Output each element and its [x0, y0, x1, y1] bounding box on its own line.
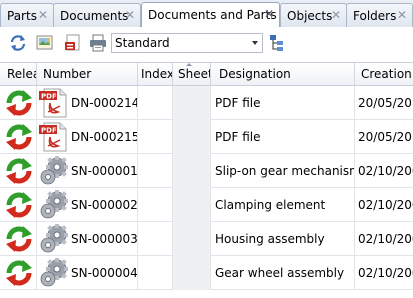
column-number[interactable]: Number: [37, 63, 138, 85]
number-cell: SN-000002: [37, 188, 138, 222]
close-icon[interactable]: ✕: [124, 9, 136, 21]
print-icon[interactable]: [89, 34, 107, 52]
table-row[interactable]: SN-000004 Gear wheel assembly 02/10/2006: [0, 256, 413, 290]
sheet-cell: [173, 120, 211, 154]
creation-date-cell: 02/10/2006: [358, 266, 413, 280]
tab-label: Documents: [60, 8, 129, 23]
gear-icon: [40, 224, 68, 253]
column-designation[interactable]: Designation: [211, 63, 355, 85]
sheet-cell: [173, 86, 211, 120]
view-select-value: Standard: [115, 36, 170, 50]
creation-date-cell: 02/10/2006: [358, 232, 413, 246]
designation-cell: PDF file: [211, 120, 355, 154]
sheet-cell: [173, 256, 211, 290]
tab-label: Folders: [353, 8, 397, 23]
close-icon[interactable]: ✕: [396, 9, 408, 21]
index-cell: [138, 86, 173, 120]
tab-bar: Parts ✕ Documents ✕ Documents and Parts …: [0, 0, 413, 27]
column-sheet[interactable]: Sheet: [173, 63, 211, 85]
index-cell: [138, 188, 173, 222]
index-cell: [138, 222, 173, 256]
number-cell: PDF DN-000215: [37, 120, 138, 154]
column-release[interactable]: Release: [0, 63, 37, 85]
release-cell: [0, 86, 37, 120]
designation-cell: Gear wheel assembly: [211, 256, 355, 290]
table-row[interactable]: SN-000001 Slip-on gear mechanism 02/10/2…: [0, 154, 413, 188]
index-cell: [138, 154, 173, 188]
release-status-icon: [6, 226, 32, 252]
designation-cell: Clamping element: [211, 188, 355, 222]
designation-cell: Slip-on gear mechanism: [211, 154, 355, 188]
table-row[interactable]: SN-000003 Housing assembly 02/10/2006: [0, 222, 413, 256]
sort-ascending-icon: [186, 63, 192, 66]
close-icon[interactable]: ✕: [37, 9, 49, 21]
number-text: SN-000001: [71, 164, 138, 178]
release-cell: [0, 256, 37, 290]
tab-label: Documents and Parts: [148, 8, 277, 22]
table-row[interactable]: PDF DN-000214 PDF file 20/05/2015: [0, 86, 413, 120]
index-cell: [138, 120, 173, 154]
table-row[interactable]: PDF DN-000215 PDF file 20/05/2015: [0, 120, 413, 154]
creation-date-cell: 02/10/2006: [358, 164, 413, 178]
designation-cell: Housing assembly: [211, 222, 355, 256]
number-text: SN-000003: [71, 232, 138, 246]
tab-label: Parts: [7, 8, 37, 23]
chevron-down-icon[interactable]: [252, 41, 258, 45]
tab-objects[interactable]: Objects ✕: [280, 3, 347, 27]
sheet-cell: [173, 154, 211, 188]
number-text: SN-000002: [71, 198, 138, 212]
gear-icon: [40, 156, 68, 185]
table-header: Release Number Index Sheet Designation C…: [0, 62, 413, 86]
table-body: PDF DN-000214 PDF file 20/05/2015 PDF DN…: [0, 86, 413, 290]
release-status-icon: [6, 158, 32, 184]
release-status-icon: [6, 192, 32, 218]
tab-documents[interactable]: Documents ✕: [53, 3, 141, 27]
creation-date-cell: 20/05/2015: [358, 130, 413, 144]
release-status-icon: [6, 260, 32, 286]
sheet-cell: [173, 222, 211, 256]
release-cell: [0, 188, 37, 222]
svg-text:PDF: PDF: [41, 93, 57, 101]
release-cell: [0, 154, 37, 188]
sheet-cell: [173, 188, 211, 222]
column-creation-date[interactable]: Creation date: [355, 63, 413, 85]
hierarchy-icon[interactable]: [268, 34, 286, 52]
pdf-icon: PDF: [39, 122, 67, 152]
release-cell: [0, 120, 37, 154]
number-text: SN-000004: [71, 266, 138, 280]
release-status-icon: [6, 124, 32, 150]
gear-icon: [40, 190, 68, 219]
release-cell: [0, 222, 37, 256]
pdf-icon: PDF: [39, 88, 67, 118]
number-text: DN-000214: [71, 96, 138, 110]
tab-folders[interactable]: Folders ✕: [346, 3, 413, 27]
number-cell: SN-000001: [37, 154, 138, 188]
number-cell: PDF DN-000214: [37, 86, 138, 120]
close-icon[interactable]: ✕: [330, 9, 342, 21]
pdf-export-icon[interactable]: [64, 34, 82, 52]
image-document-icon[interactable]: [36, 34, 54, 52]
index-cell: [138, 256, 173, 290]
svg-text:PDF: PDF: [41, 127, 57, 135]
tab-label: Objects: [287, 8, 333, 23]
creation-date-cell: 02/10/2006: [358, 198, 413, 212]
creation-date-cell: 20/05/2015: [358, 96, 413, 110]
number-cell: SN-000004: [37, 256, 138, 290]
tab-parts[interactable]: Parts ✕: [0, 3, 54, 27]
column-index[interactable]: Index: [138, 63, 173, 85]
designation-cell: PDF file: [211, 86, 355, 120]
number-text: DN-000215: [71, 130, 138, 144]
close-icon[interactable]: ✕: [263, 8, 275, 20]
gear-icon: [40, 258, 68, 287]
tab-documents-and-parts[interactable]: Documents and Parts ✕: [141, 2, 280, 27]
number-cell: SN-000003: [37, 222, 138, 256]
release-status-icon: [6, 90, 32, 116]
view-select[interactable]: Standard: [111, 33, 263, 53]
refresh-icon[interactable]: [9, 34, 27, 52]
table-row[interactable]: SN-000002 Clamping element 02/10/2006: [0, 188, 413, 222]
